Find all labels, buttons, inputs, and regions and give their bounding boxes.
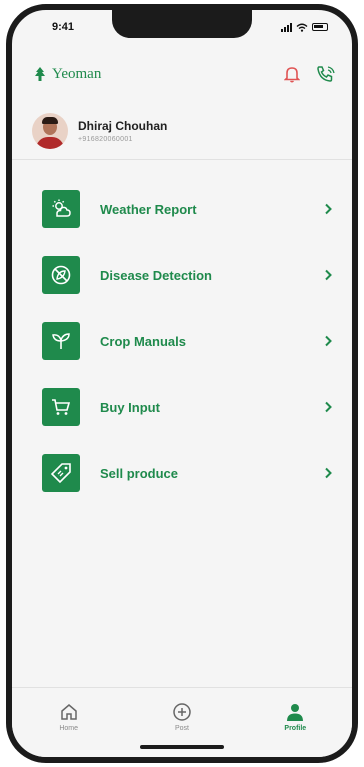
chevron-right-icon — [320, 267, 336, 283]
person-icon — [287, 704, 304, 721]
status-icons — [281, 22, 328, 32]
menu-item-sell-produce[interactable]: Sell produce — [12, 440, 352, 506]
home-icon — [60, 704, 77, 720]
chevron-right-icon — [320, 333, 336, 349]
status-time: 9:41 — [52, 21, 75, 33]
cart-icon — [42, 388, 80, 426]
battery-icon — [312, 23, 328, 31]
profile-name: Dhiraj Chouhan — [78, 118, 168, 133]
menu-label: Crop Manuals — [100, 333, 186, 349]
menu-label: Disease Detection — [100, 267, 212, 283]
profile-card[interactable]: Dhiraj Chouhan +916820060001 — [12, 102, 352, 160]
menu-item-disease-detection[interactable]: Disease Detection — [12, 242, 352, 308]
menu-item-crop-manuals[interactable]: Crop Manuals — [12, 308, 352, 374]
wifi-icon — [296, 23, 308, 32]
nav-label: Post — [174, 725, 189, 732]
tag-icon — [42, 454, 80, 492]
menu-label: Buy Input — [100, 399, 160, 415]
chevron-right-icon — [320, 399, 336, 415]
nav-profile[interactable]: Profile — [260, 702, 330, 732]
header-actions — [284, 65, 336, 83]
menu-item-weather-report[interactable]: Weather Report — [12, 176, 352, 242]
weather-icon — [42, 190, 80, 228]
notch — [112, 10, 252, 38]
profile-info: Dhiraj Chouhan +916820060001 — [78, 119, 167, 143]
disease-icon — [42, 256, 80, 294]
menu-item-buy-input[interactable]: Buy Input — [12, 374, 352, 440]
sprout-icon — [42, 322, 80, 360]
chevron-right-icon — [320, 465, 336, 481]
profile-phone: +916820060001 — [78, 135, 133, 143]
nav-label: Profile — [284, 725, 307, 732]
chevron-right-icon — [320, 201, 336, 217]
phone-frame: 9:41 Yeoman Dhiraj Chouhan +916820060001… — [6, 4, 358, 763]
nav-post[interactable]: Post — [147, 702, 217, 732]
bell-icon[interactable] — [284, 65, 300, 83]
app-header: Yeoman — [12, 54, 352, 94]
tree-logo-icon — [35, 67, 45, 81]
plus-circle-icon — [173, 703, 191, 721]
brand-logo: Yeoman — [32, 66, 101, 83]
brand-name: Yeoman — [52, 65, 102, 82]
avatar — [32, 112, 68, 149]
menu-label: Weather Report — [100, 201, 197, 217]
menu-label: Sell produce — [100, 465, 179, 481]
phone-call-icon[interactable] — [316, 65, 336, 83]
nav-home[interactable]: Home — [34, 702, 104, 732]
menu-list: Weather Report Disease Detection Crop Ma… — [12, 176, 352, 506]
nav-label: Home — [59, 725, 78, 732]
signal-icon — [281, 22, 292, 32]
home-indicator — [140, 745, 224, 749]
